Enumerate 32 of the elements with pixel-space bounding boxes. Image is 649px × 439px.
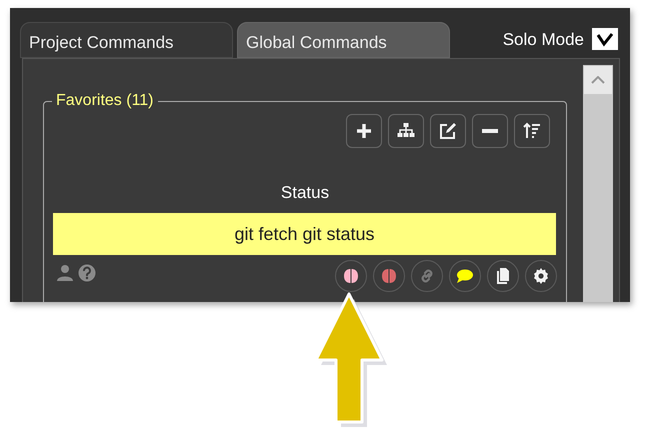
tab[interactable]: Global Commands <box>237 22 450 58</box>
command-bar[interactable]: git fetch git status <box>53 213 556 255</box>
minus-button[interactable] <box>472 114 508 148</box>
check-icon <box>596 31 614 48</box>
sort-button[interactable] <box>514 114 550 148</box>
chevron-up-icon <box>591 76 605 84</box>
plus-button[interactable] <box>346 114 382 148</box>
sitemap-button[interactable] <box>388 114 424 148</box>
link-button[interactable] <box>411 260 443 292</box>
brain-button[interactable] <box>335 260 367 292</box>
copy-button[interactable] <box>487 260 519 292</box>
solo-mode-label: Solo Mode <box>502 28 584 50</box>
sort-icon <box>523 122 541 140</box>
user-icon[interactable] <box>56 264 74 282</box>
comment-icon <box>456 267 474 285</box>
gear-icon <box>532 267 550 285</box>
copy-icon <box>494 267 512 285</box>
brain-icon <box>380 267 398 285</box>
tab[interactable]: Project Commands <box>20 22 233 58</box>
edit-button[interactable] <box>430 114 466 148</box>
help-icon[interactable] <box>78 264 96 282</box>
solo-mode-checkbox[interactable] <box>592 28 618 50</box>
brain-icon <box>342 267 360 285</box>
minus-icon <box>482 129 498 133</box>
edit-icon <box>439 122 457 140</box>
command-name: Status <box>280 182 330 204</box>
comment-button[interactable] <box>449 260 481 292</box>
gear-button[interactable] <box>525 260 557 292</box>
plus-icon <box>355 122 373 140</box>
sitemap-icon <box>397 122 415 140</box>
scrollbar[interactable] <box>583 65 613 302</box>
brain-button[interactable] <box>373 260 405 292</box>
